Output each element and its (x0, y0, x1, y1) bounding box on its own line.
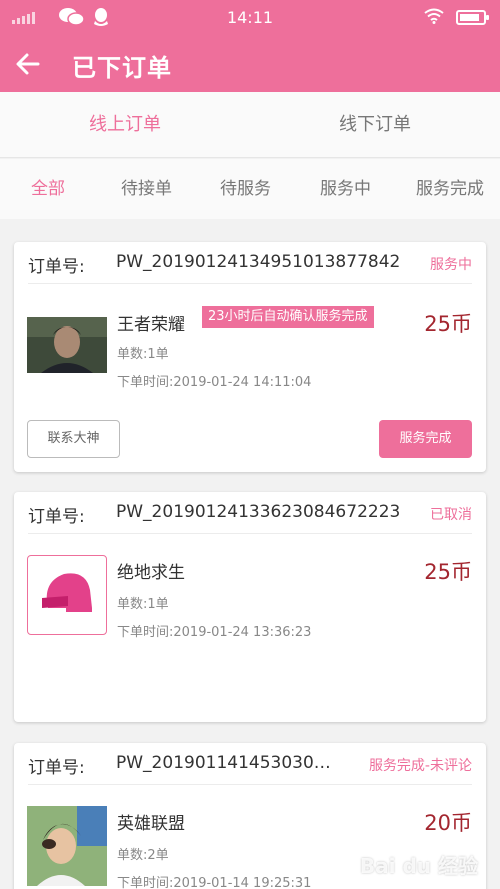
order-number: PW_201901141453030… (116, 753, 331, 773)
game-name: 英雄联盟 (117, 814, 185, 834)
order-header: 订单号: PW_20190124134951013877842 服务中 (28, 242, 472, 284)
wifi-icon (424, 8, 444, 28)
battery-icon (456, 10, 489, 25)
complete-service-button[interactable]: 服务完成 (379, 420, 472, 458)
contact-button[interactable]: 联系大神 (27, 420, 120, 458)
status-badge: 已取消 (430, 507, 472, 523)
page-title: 已下订单 (72, 54, 172, 82)
order-number-label: 订单号: (28, 507, 85, 527)
order-number: PW_20190124134951013877842 (116, 252, 401, 272)
primary-tabs: 线上订单 线下订单 (0, 92, 500, 158)
arrow-left-icon[interactable] (10, 46, 46, 82)
order-card[interactable]: 订单号: PW_20190124133623084672223 已取消 绝地求生… (14, 492, 486, 722)
order-header: 订单号: PW_201901141453030… 服务完成-未评论 (28, 743, 472, 785)
helmet-icon (27, 555, 107, 635)
order-price: 25币 (424, 312, 472, 336)
order-time: 下单时间:2019-01-14 19:25:31 (117, 876, 312, 889)
order-number: PW_20190124133623084672223 (116, 502, 401, 522)
order-quantity: 单数:2单 (117, 848, 169, 863)
status-tabs: 全部 待接单 待服务 服务中 服务完成 (0, 159, 500, 219)
order-card[interactable]: 订单号: PW_20190124134951013877842 服务中 王者荣耀… (14, 242, 486, 472)
tab-pending-service[interactable]: 待服务 (220, 159, 271, 219)
order-number-label: 订单号: (28, 257, 85, 277)
order-header: 订单号: PW_20190124133623084672223 已取消 (28, 492, 472, 534)
watermark: Bai du 经验 (359, 854, 478, 878)
status-bar: 14:11 (0, 0, 500, 36)
order-price: 25币 (424, 560, 472, 584)
status-badge: 服务中 (430, 257, 472, 273)
game-thumbnail (27, 806, 107, 886)
tab-in-service[interactable]: 服务中 (320, 159, 371, 219)
order-number-label: 订单号: (28, 758, 85, 778)
tab-online-orders[interactable]: 线上订单 (0, 92, 250, 158)
game-name: 王者荣耀 (117, 315, 185, 335)
tab-all[interactable]: 全部 (31, 159, 65, 219)
order-price: 20币 (424, 811, 472, 835)
tab-pending-accept[interactable]: 待接单 (121, 159, 172, 219)
order-time: 下单时间:2019-01-24 14:11:04 (117, 375, 312, 390)
tab-service-done[interactable]: 服务完成 (416, 159, 484, 219)
game-thumbnail (27, 317, 107, 373)
nav-bar: 已下订单 (0, 36, 500, 92)
status-badge: 服务完成-未评论 (368, 758, 472, 774)
tab-offline-orders[interactable]: 线下订单 (250, 92, 500, 158)
auto-confirm-badge: 23小时后自动确认服务完成 (202, 306, 374, 328)
order-time: 下单时间:2019-01-24 13:36:23 (117, 625, 312, 640)
game-name: 绝地求生 (117, 563, 185, 583)
order-quantity: 单数:1单 (117, 347, 169, 362)
order-quantity: 单数:1单 (117, 597, 169, 612)
